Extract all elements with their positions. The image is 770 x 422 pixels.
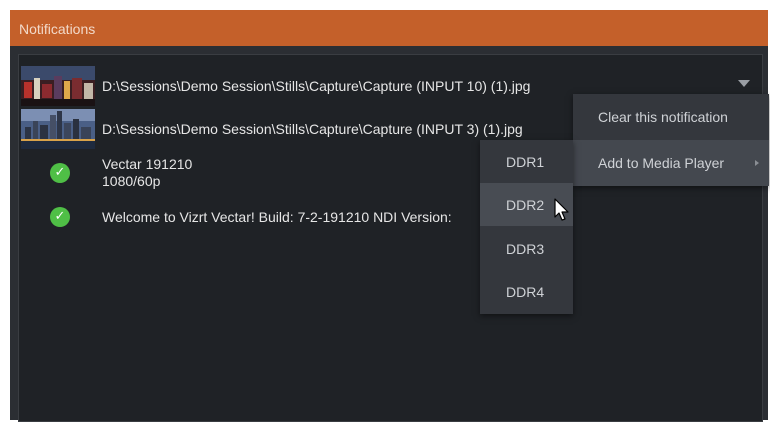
- city-night-thumbnail: [21, 66, 95, 106]
- chevron-right-icon: [755, 160, 759, 166]
- notification-row-status-2[interactable]: ✓ Welcome to Vizrt Vectar! Build: 7-2-19…: [19, 199, 762, 239]
- submenu-item-ddr1[interactable]: DDR1: [480, 140, 573, 183]
- message-line-2: 1080/60p: [102, 173, 161, 189]
- message-line-1: Welcome to Vizrt Vectar! Build: 7-2-1912…: [102, 209, 452, 225]
- submenu-item-ddr4[interactable]: DDR4: [480, 270, 573, 313]
- notification-message: Welcome to Vizrt Vectar! Build: 7-2-1912…: [102, 209, 452, 226]
- menu-item-label: Add to Media Player: [598, 155, 725, 171]
- context-menu: Clear this notification Add to Media Pla…: [573, 94, 769, 186]
- chevron-down-icon[interactable]: [738, 80, 750, 87]
- add-to-media-player-menu-item[interactable]: Add to Media Player: [573, 140, 769, 186]
- message-line-1: Vectar 191210: [102, 156, 193, 172]
- check-circle-icon: ✓: [50, 163, 70, 183]
- notifications-panel: Notifications D:\Sessions\Demo Session\S…: [10, 10, 768, 422]
- media-player-submenu: DDR1 DDR2 DDR3 DDR4: [480, 140, 573, 314]
- skyline-thumbnail: [21, 109, 95, 149]
- check-circle-icon: ✓: [50, 207, 70, 227]
- clear-notification-menu-item[interactable]: Clear this notification: [573, 94, 769, 140]
- submenu-item-label: DDR4: [506, 284, 545, 300]
- mouse-pointer-icon: [554, 198, 570, 222]
- notification-path: D:\Sessions\Demo Session\Stills\Capture\…: [102, 121, 523, 137]
- submenu-item-label: DDR1: [506, 154, 545, 170]
- submenu-item-label: DDR2: [506, 197, 545, 213]
- submenu-item-ddr3[interactable]: DDR3: [480, 227, 573, 270]
- notification-path: D:\Sessions\Demo Session\Stills\Capture\…: [102, 78, 531, 94]
- notification-message: Vectar 191210 1080/60p: [102, 156, 192, 190]
- titlebar: Notifications: [10, 10, 768, 46]
- panel-title: Notifications: [19, 21, 96, 37]
- menu-item-label: Clear this notification: [598, 109, 728, 125]
- submenu-item-label: DDR3: [506, 241, 545, 257]
